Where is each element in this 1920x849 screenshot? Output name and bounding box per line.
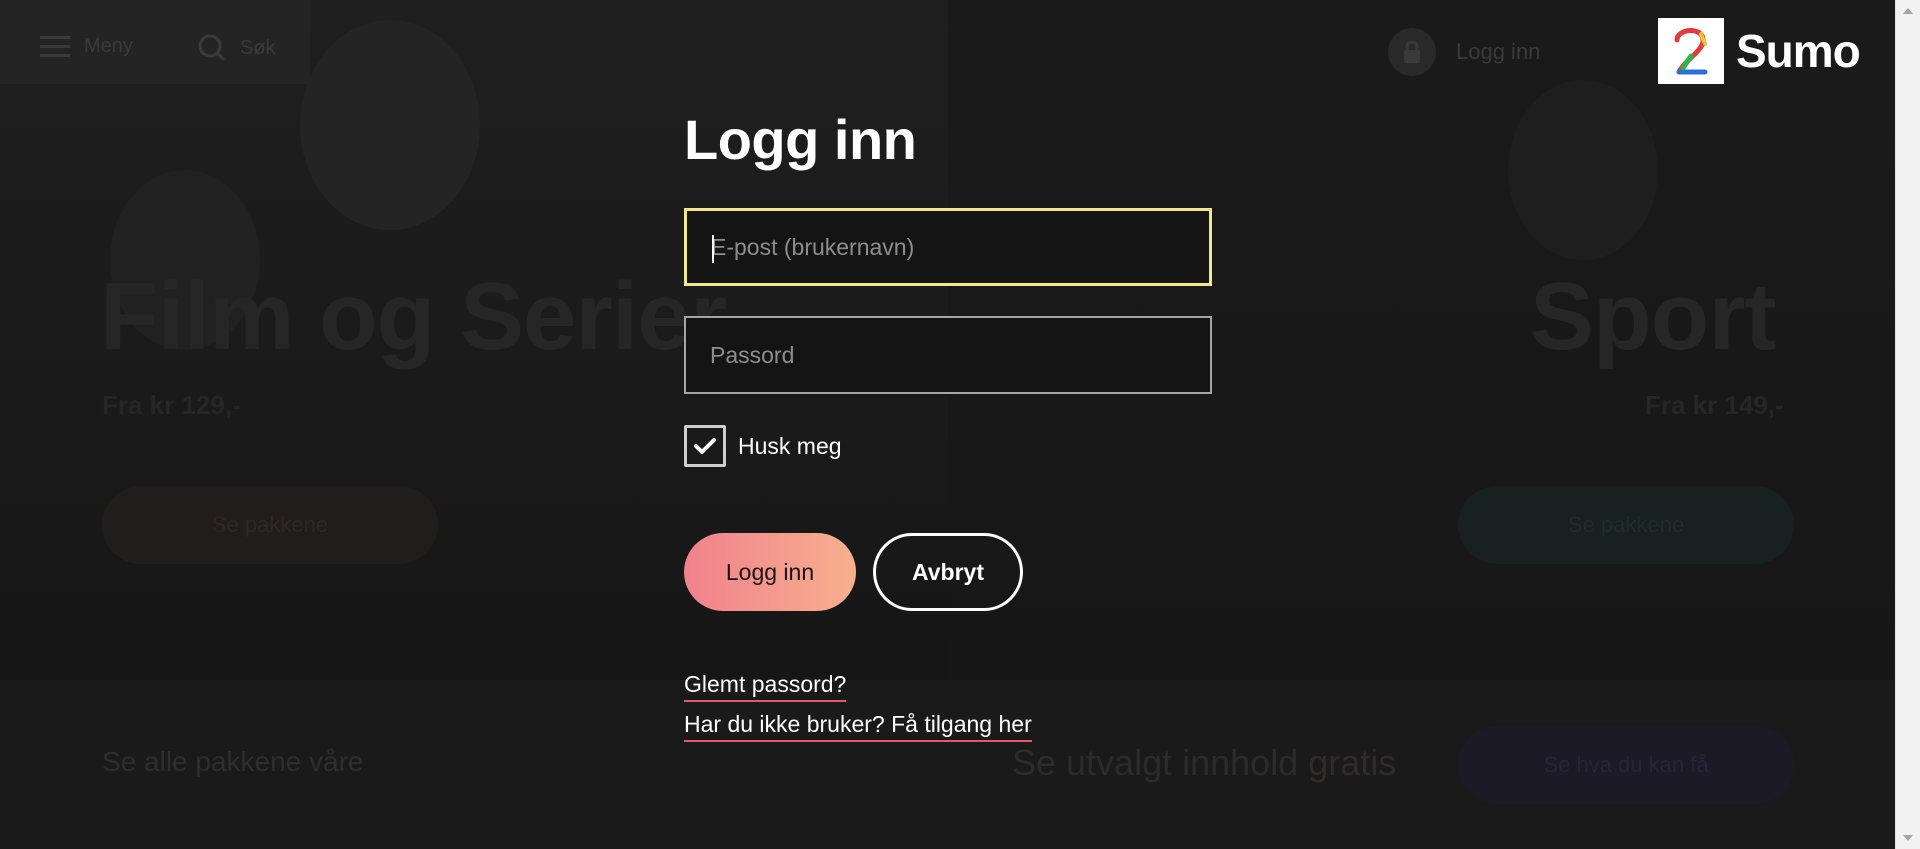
cancel-button[interactable]: Avbryt	[873, 533, 1023, 611]
lock-icon	[1388, 28, 1436, 76]
remember-me[interactable]: Husk meg	[684, 425, 842, 467]
scroll-up-arrow-icon[interactable]	[1903, 8, 1913, 14]
bg-login-label: Logg inn	[1456, 39, 1541, 64]
remember-checkbox[interactable]	[684, 425, 726, 467]
bg-free-content-button: Se hva du kan få	[1458, 726, 1794, 804]
hero-left-button: Se pakkene	[102, 486, 438, 564]
bg-all-packages-text: Se alle pakkene våre	[102, 746, 364, 777]
hero-left-figure	[300, 20, 480, 230]
hero-left-title: Film og Serier	[100, 263, 727, 370]
hero-right-price: Fra kr 149,-	[1645, 390, 1784, 420]
signup-link[interactable]: Har du ikke bruker? Få tilgang her	[684, 711, 1032, 742]
bg-menu-label: Meny	[84, 34, 133, 57]
checkmark-icon	[694, 438, 716, 454]
search-icon	[198, 34, 226, 62]
forgot-password-link[interactable]: Glemt passord?	[684, 671, 847, 702]
email-input[interactable]	[711, 233, 1185, 261]
text-caret	[712, 235, 714, 263]
bg-login-button: Logg inn	[1388, 28, 1540, 76]
dialog-title: Logg inn	[684, 108, 917, 171]
remember-label: Husk meg	[738, 432, 842, 459]
menu-icon	[40, 36, 70, 57]
hero-left-price: Fra kr 129,-	[102, 390, 241, 420]
bg-free-content-highlight: gratis	[1308, 742, 1397, 783]
login-submit-button[interactable]: Logg inn	[684, 533, 856, 611]
sumo-logo[interactable]: Sumo	[1658, 18, 1861, 84]
logo-text: Sumo	[1736, 25, 1861, 77]
bg-search-button: Søk	[198, 34, 276, 62]
bg-search-label: Søk	[240, 36, 276, 59]
hero-right-button: Se pakkene	[1458, 486, 1794, 564]
hero-right-title: Sport	[1530, 263, 1777, 370]
login-dialog: Logg inn Husk meg Logg inn Avbryt Glemt …	[684, 100, 1214, 742]
password-field[interactable]	[684, 316, 1212, 394]
tv2-logo-icon	[1658, 18, 1724, 84]
password-input[interactable]	[710, 341, 1186, 369]
scroll-down-arrow-icon[interactable]	[1903, 835, 1913, 841]
bg-menu-button: Meny	[40, 34, 133, 58]
page-scrollbar[interactable]	[1895, 0, 1920, 849]
hero-right-figure	[1508, 80, 1658, 260]
bg-free-content-text: Se utvalgt innhold gratis	[1012, 742, 1396, 784]
email-field[interactable]	[684, 208, 1212, 286]
bg-free-content-prefix: Se utvalgt innhold	[1012, 742, 1299, 783]
